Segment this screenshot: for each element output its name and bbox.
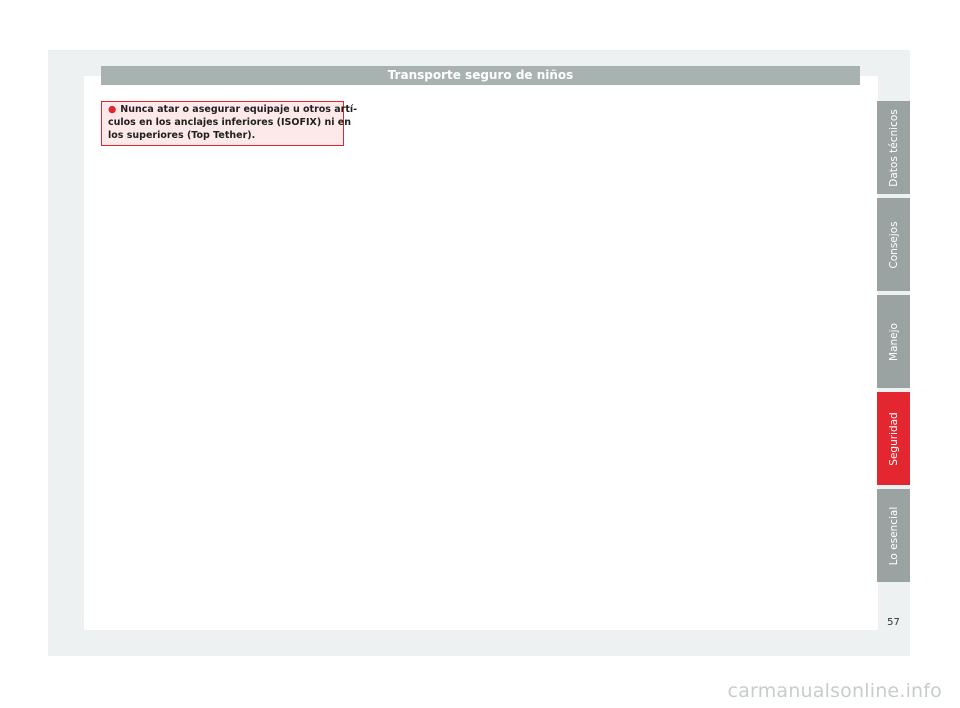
watermark: carmanualsonline.info [727,680,942,702]
warning-line-1: ● Nunca atar o asegurar equipaje u otros … [108,103,357,116]
tab-label: Seguridad [887,411,900,466]
tab-consejos[interactable]: Consejos [877,198,910,291]
warning-line-3: los superiores (Top Tether). [108,130,256,141]
tab-label: Lo esencial [887,506,900,565]
page-content-area [84,76,878,630]
tab-label: Manejo [887,322,900,361]
red-bullet-icon: ● [108,104,117,115]
warning-box: ● Nunca atar o asegurar equipaje u otros … [101,101,357,146]
manual-page-stage: Transporte seguro de niños ● Nunca atar o… [0,0,960,708]
tab-lo-esencial[interactable]: Lo esencial [877,489,910,582]
tab-label: Datos técnicos [887,108,900,187]
warning-text-1: Nunca atar o asegurar equipaje u otros a… [120,104,358,115]
tab-manejo[interactable]: Manejo [877,295,910,388]
tab-datos-tecnicos[interactable]: Datos técnicos [877,101,910,194]
tab-seguridad[interactable]: Seguridad [877,392,910,485]
section-header: Transporte seguro de niños [101,66,860,85]
warning-line-2: culos en los anclajes inferiores (ISOFIX… [108,117,352,128]
tab-label: Consejos [887,220,900,269]
page-number: 57 [887,617,900,628]
